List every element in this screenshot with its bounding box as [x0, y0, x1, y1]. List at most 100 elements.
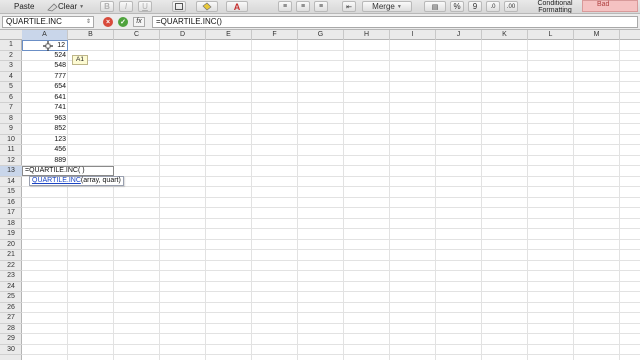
row-header-15[interactable]: 15	[0, 187, 22, 198]
row-header-14[interactable]: 14	[0, 177, 22, 187]
align-right-icon: ≡	[318, 3, 324, 10]
row-header-9[interactable]: 9	[0, 124, 22, 135]
font-color-button[interactable]: A	[226, 1, 248, 12]
gridline-horizontal	[22, 249, 640, 250]
column-header-j[interactable]: J	[436, 30, 482, 40]
cell-a3[interactable]: 548	[22, 61, 68, 72]
name-box-value: QUARTILE.INC	[6, 17, 62, 26]
cell-grid[interactable]: 12 524 548 777 654 641 741 963 852 123 456 889	[22, 40, 640, 360]
gridline-horizontal	[22, 291, 640, 292]
font-color-icon: A	[233, 1, 241, 12]
number-format-button[interactable]: ▤	[424, 1, 446, 12]
row-header-13[interactable]: 13	[0, 166, 22, 177]
gridline-horizontal	[22, 49, 640, 51]
updown-arrows-icon[interactable]: ⇕	[86, 17, 91, 27]
row-header-5[interactable]: 5	[0, 82, 22, 93]
row-header-24[interactable]: 24	[0, 282, 22, 292]
row-header-30[interactable]: 30	[0, 345, 22, 355]
column-header-b[interactable]: B	[68, 30, 114, 40]
row-header-26[interactable]: 26	[0, 303, 22, 313]
row-header-11[interactable]: 11	[0, 145, 22, 156]
column-headers: ABCDEFGHIJKLMN	[0, 30, 640, 40]
row-header-21[interactable]: 21	[0, 250, 22, 261]
row-header-7[interactable]: 7	[0, 103, 22, 114]
gridline-horizontal	[22, 354, 640, 355]
gridline-horizontal	[22, 207, 640, 208]
align-center-button[interactable]: ≡	[296, 1, 310, 12]
column-header-m[interactable]: M	[574, 30, 620, 40]
column-header-h[interactable]: H	[344, 30, 390, 40]
cell-a7[interactable]: 741	[22, 103, 68, 114]
cell-a12[interactable]: 889	[22, 156, 68, 167]
thousands-button[interactable]: 9	[468, 1, 482, 12]
indent-button[interactable]: ⇤	[342, 1, 356, 12]
cell-a2[interactable]: 524	[22, 51, 68, 62]
row-header-1[interactable]: 1	[0, 40, 22, 51]
insert-function-button[interactable]: fx	[133, 17, 145, 27]
column-header-g[interactable]: G	[298, 30, 344, 40]
eraser-icon	[47, 2, 58, 11]
column-header-n[interactable]: N	[620, 30, 640, 40]
row-header-2[interactable]: 2	[0, 51, 22, 61]
row-header-28[interactable]: 28	[0, 324, 22, 334]
row-header-17[interactable]: 17	[0, 208, 22, 219]
column-header-c[interactable]: C	[114, 30, 160, 40]
column-header-d[interactable]: D	[160, 30, 206, 40]
number-format-icon: ▤	[431, 3, 439, 11]
column-header-f[interactable]: F	[252, 30, 298, 40]
row-header-3[interactable]: 3	[0, 61, 22, 72]
row-header-8[interactable]: 8	[0, 114, 22, 124]
align-right-button[interactable]: ≡	[314, 1, 328, 12]
gridline-horizontal	[22, 102, 640, 103]
name-box[interactable]: QUARTILE.INC ⇕	[2, 16, 94, 28]
column-header-l[interactable]: L	[528, 30, 574, 40]
merge-button[interactable]: Merge ▼	[362, 1, 412, 12]
style-bad-button[interactable]: Bad	[582, 0, 638, 12]
column-header-k[interactable]: K	[482, 30, 528, 40]
row-header-4[interactable]: 4	[0, 72, 22, 82]
row-header-6[interactable]: 6	[0, 93, 22, 103]
conditional-formatting-button[interactable]: Conditional Formatting	[532, 0, 578, 13]
row-header-23[interactable]: 23	[0, 271, 22, 282]
active-cell-editor[interactable]: =QUARTILE.INC( )	[22, 166, 114, 176]
row-header-27[interactable]: 27	[0, 313, 22, 324]
row-header-29[interactable]: 29	[0, 334, 22, 345]
row-header-22[interactable]: 22	[0, 261, 22, 271]
row-header-20[interactable]: 20	[0, 240, 22, 250]
decrease-decimal-button[interactable]: .0	[486, 1, 500, 12]
column-header-e[interactable]: E	[206, 30, 252, 40]
row-header-19[interactable]: 19	[0, 229, 22, 240]
clear-button[interactable]: Clear ▼	[46, 0, 84, 13]
row-header-12[interactable]: 12	[0, 156, 22, 166]
column-header-i[interactable]: I	[390, 30, 436, 40]
italic-button[interactable]: I	[119, 1, 133, 12]
row-header-10[interactable]: 10	[0, 135, 22, 145]
row-header-18[interactable]: 18	[0, 219, 22, 229]
row-header-16[interactable]: 16	[0, 198, 22, 208]
cell-a5[interactable]: 654	[22, 82, 68, 93]
gridline-horizontal	[22, 312, 640, 313]
cancel-icon[interactable]: ×	[103, 17, 113, 27]
cell-a8[interactable]: 963	[22, 114, 68, 125]
formula-input[interactable]: =QUARTILE.INC()	[152, 16, 638, 28]
cell-a11[interactable]: 456	[22, 145, 68, 156]
column-header-a[interactable]: A	[22, 30, 68, 40]
underline-button[interactable]: U	[138, 1, 152, 12]
cell-a4[interactable]: 777	[22, 72, 68, 83]
checkmark-icon[interactable]: ✓	[118, 17, 128, 27]
percent-button[interactable]: %	[450, 1, 464, 12]
bold-button[interactable]: B	[100, 1, 114, 12]
gridline-horizontal	[22, 196, 640, 198]
fill-color-button[interactable]	[196, 1, 218, 12]
row-header-25[interactable]: 25	[0, 292, 22, 303]
align-left-button[interactable]: ≡	[278, 1, 292, 12]
borders-button[interactable]	[172, 1, 186, 12]
function-help-link[interactable]: QUARTILE.INC	[32, 177, 81, 184]
cell-a9[interactable]: 852	[22, 124, 68, 135]
conditional-label-1: Conditional	[537, 0, 573, 7]
align-left-icon: ≡	[282, 3, 288, 10]
cell-a10[interactable]: 123	[22, 135, 68, 146]
cell-a6[interactable]: 641	[22, 93, 68, 104]
increase-decimal-button[interactable]: .00	[504, 1, 518, 12]
paste-button[interactable]: Paste	[14, 0, 34, 13]
